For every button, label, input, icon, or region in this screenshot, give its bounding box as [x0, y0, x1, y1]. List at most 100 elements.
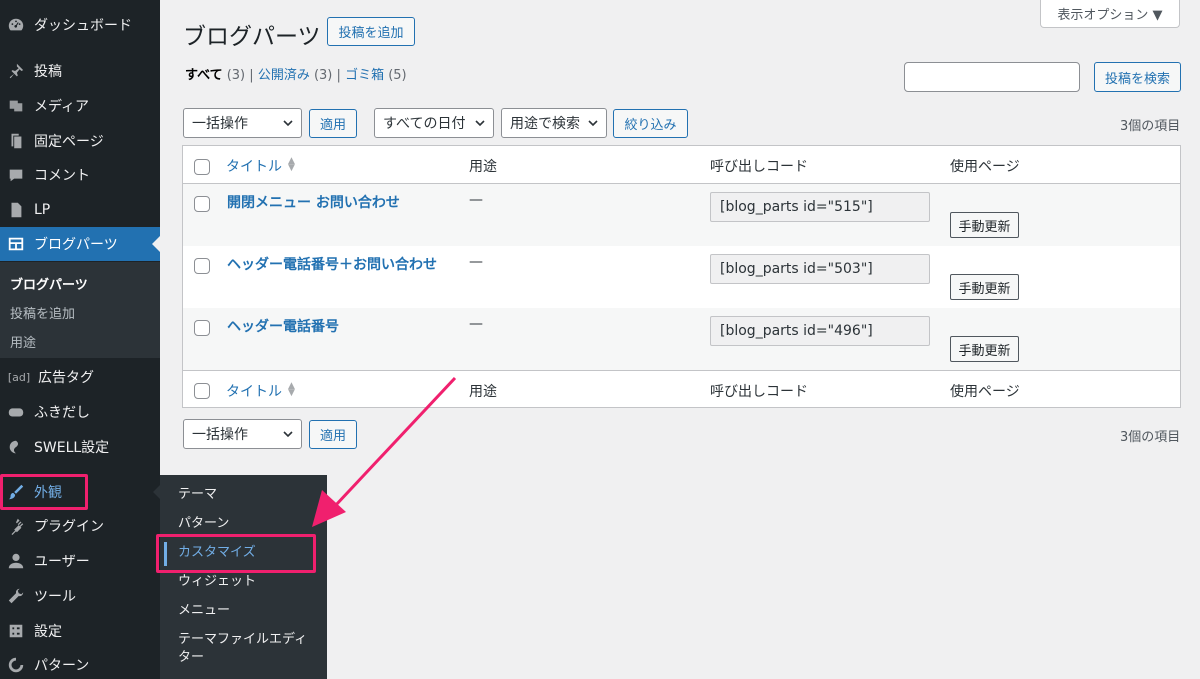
menu-label: プラグイン: [34, 519, 104, 535]
submenu-usage[interactable]: 用途: [10, 332, 36, 351]
menu-lp[interactable]: LP: [0, 193, 160, 227]
menu-patterns[interactable]: パターン: [0, 648, 160, 679]
column-pages: 使用ページ: [950, 159, 1020, 175]
count: (5): [388, 68, 407, 83]
menu-label: コメント: [34, 168, 90, 184]
chevron-down-icon: [588, 120, 598, 127]
flyout-themes[interactable]: テーマ: [178, 486, 217, 504]
row-title-link[interactable]: 開閉メニュー お問い合わせ: [227, 192, 400, 212]
dashboard-icon: [6, 15, 26, 35]
column-title[interactable]: タイトル: [226, 156, 282, 176]
page-icon: [6, 131, 26, 151]
menu-settings[interactable]: 設定: [0, 614, 160, 648]
table-row: ヘッダー電話番号 — [blog_parts id="496"] 手動更新: [183, 308, 1180, 370]
chevron-down-icon: [475, 120, 485, 127]
bulk-action-select-bottom[interactable]: 一括操作: [183, 419, 302, 449]
manual-update-button[interactable]: 手動更新: [950, 274, 1019, 300]
customize-highlight: [156, 534, 316, 573]
menu-dashboard[interactable]: ダッシュボード: [0, 8, 160, 42]
screen-options-button[interactable]: 表示オプション ▼: [1040, 0, 1180, 28]
menu-label: ふきだし: [34, 405, 90, 421]
ad-icon: [ad]: [7, 370, 31, 384]
table-footer: タイトル ▲ ▼ 用途 呼び出しコード 使用ページ: [183, 370, 1180, 407]
menu-tools[interactable]: ツール: [0, 579, 160, 613]
menu-media[interactable]: メディア: [0, 89, 160, 123]
add-new-button[interactable]: 投稿を追加: [327, 17, 415, 46]
row-checkbox[interactable]: [194, 196, 210, 212]
row-title-link[interactable]: ヘッダー電話番号＋お問い合わせ: [227, 254, 437, 274]
menu-label: 設定: [34, 624, 62, 640]
menu-ad-tags[interactable]: [ad] 広告タグ: [0, 360, 160, 394]
row-usage: —: [469, 254, 483, 270]
shortcode-field[interactable]: [blog_parts id="496"]: [710, 316, 930, 346]
date-filter-select[interactable]: すべての日付: [374, 108, 494, 138]
column-pages: 使用ページ: [950, 384, 1020, 400]
posts-table: タイトル ▲ ▼ 用途 呼び出しコード 使用ページ 開閉メニュー お問い合わせ —…: [182, 145, 1181, 408]
chevron-down-icon: [283, 120, 293, 127]
view-trash[interactable]: ゴミ箱: [345, 68, 384, 83]
appearance-flyout: テーマ パターン カスタマイズ ウィジェット メニュー テーマファイルエディ タ…: [160, 475, 327, 679]
table-row: 開閉メニュー お問い合わせ — [blog_parts id="515"] 手動…: [183, 184, 1180, 246]
menu-label: メディア: [34, 99, 90, 115]
item-count-top: 3個の項目: [1120, 119, 1181, 134]
column-title[interactable]: タイトル: [226, 381, 282, 401]
column-usage: 用途: [469, 159, 497, 175]
appearance-highlight: [0, 474, 88, 510]
row-checkbox[interactable]: [194, 320, 210, 336]
apply-button-bottom[interactable]: 適用: [309, 420, 357, 449]
search-posts-button[interactable]: 投稿を検索: [1094, 62, 1181, 92]
shortcode-field[interactable]: [blog_parts id="503"]: [710, 254, 930, 284]
flyout-widgets[interactable]: ウィジェット: [178, 573, 256, 591]
chevron-down-icon: [283, 431, 293, 438]
admin-sidebar: ダッシュボード 投稿 メディア 固定ページ コメント LP ブログパーツ ブログ…: [0, 0, 161, 679]
submenu-blog-parts[interactable]: ブログパーツ: [10, 274, 88, 293]
bulk-action-select[interactable]: 一括操作: [183, 108, 302, 138]
flyout-theme-editor[interactable]: テーマファイルエディ: [178, 631, 307, 649]
sort-icon[interactable]: ▲ ▼: [288, 157, 295, 173]
manual-update-button[interactable]: 手動更新: [950, 336, 1019, 362]
comment-icon: [6, 165, 26, 185]
menu-label: SWELL設定: [34, 440, 110, 456]
menu-plugins[interactable]: プラグイン: [0, 509, 160, 543]
user-icon: [6, 551, 26, 571]
menu-label: ダッシュボード: [34, 18, 132, 34]
search-input[interactable]: [904, 62, 1080, 92]
settings-icon: [6, 621, 26, 641]
manual-update-button[interactable]: 手動更新: [950, 212, 1019, 238]
menu-pages[interactable]: 固定ページ: [0, 124, 160, 158]
menu-label: ユーザー: [34, 554, 90, 570]
menu-comments[interactable]: コメント: [0, 158, 160, 192]
row-usage: —: [469, 192, 483, 208]
row-title-link[interactable]: ヘッダー電話番号: [227, 316, 339, 336]
flyout-menus[interactable]: メニュー: [178, 602, 230, 620]
blog-parts-submenu: ブログパーツ 投稿を追加 用途: [0, 262, 160, 358]
column-usage: 用途: [469, 384, 497, 400]
view-published[interactable]: 公開済み: [258, 68, 310, 83]
balloon-icon: [6, 402, 26, 422]
shortcode-field[interactable]: [blog_parts id="515"]: [710, 192, 930, 222]
menu-posts[interactable]: 投稿: [0, 54, 160, 88]
menu-users[interactable]: ユーザー: [0, 544, 160, 578]
count: (3): [313, 68, 333, 83]
apply-button[interactable]: 適用: [309, 109, 357, 138]
menu-blog-parts[interactable]: ブログパーツ: [0, 227, 160, 261]
media-icon: [6, 96, 26, 116]
flyout-patterns[interactable]: パターン: [178, 515, 229, 533]
menu-swell-settings[interactable]: SWELL設定: [0, 430, 160, 464]
view-all[interactable]: すべて: [185, 68, 223, 83]
select-all-checkbox[interactable]: [194, 159, 210, 175]
usage-filter-select[interactable]: 用途で検索: [501, 108, 607, 138]
column-code: 呼び出しコード: [710, 159, 808, 175]
wrench-icon: [6, 586, 26, 606]
menu-balloon[interactable]: ふきだし: [0, 395, 160, 429]
row-checkbox[interactable]: [194, 258, 210, 274]
blog-parts-icon: [6, 234, 26, 254]
select-all-checkbox[interactable]: [194, 383, 210, 399]
sort-icon[interactable]: ▲ ▼: [288, 382, 295, 398]
column-code: 呼び出しコード: [710, 384, 808, 400]
submenu-add-new[interactable]: 投稿を追加: [10, 303, 75, 322]
flyout-theme-editor-cont[interactable]: ター: [178, 649, 204, 667]
swell-icon: [6, 437, 26, 457]
pattern-icon: [6, 655, 26, 675]
filter-button[interactable]: 絞り込み: [613, 109, 688, 138]
